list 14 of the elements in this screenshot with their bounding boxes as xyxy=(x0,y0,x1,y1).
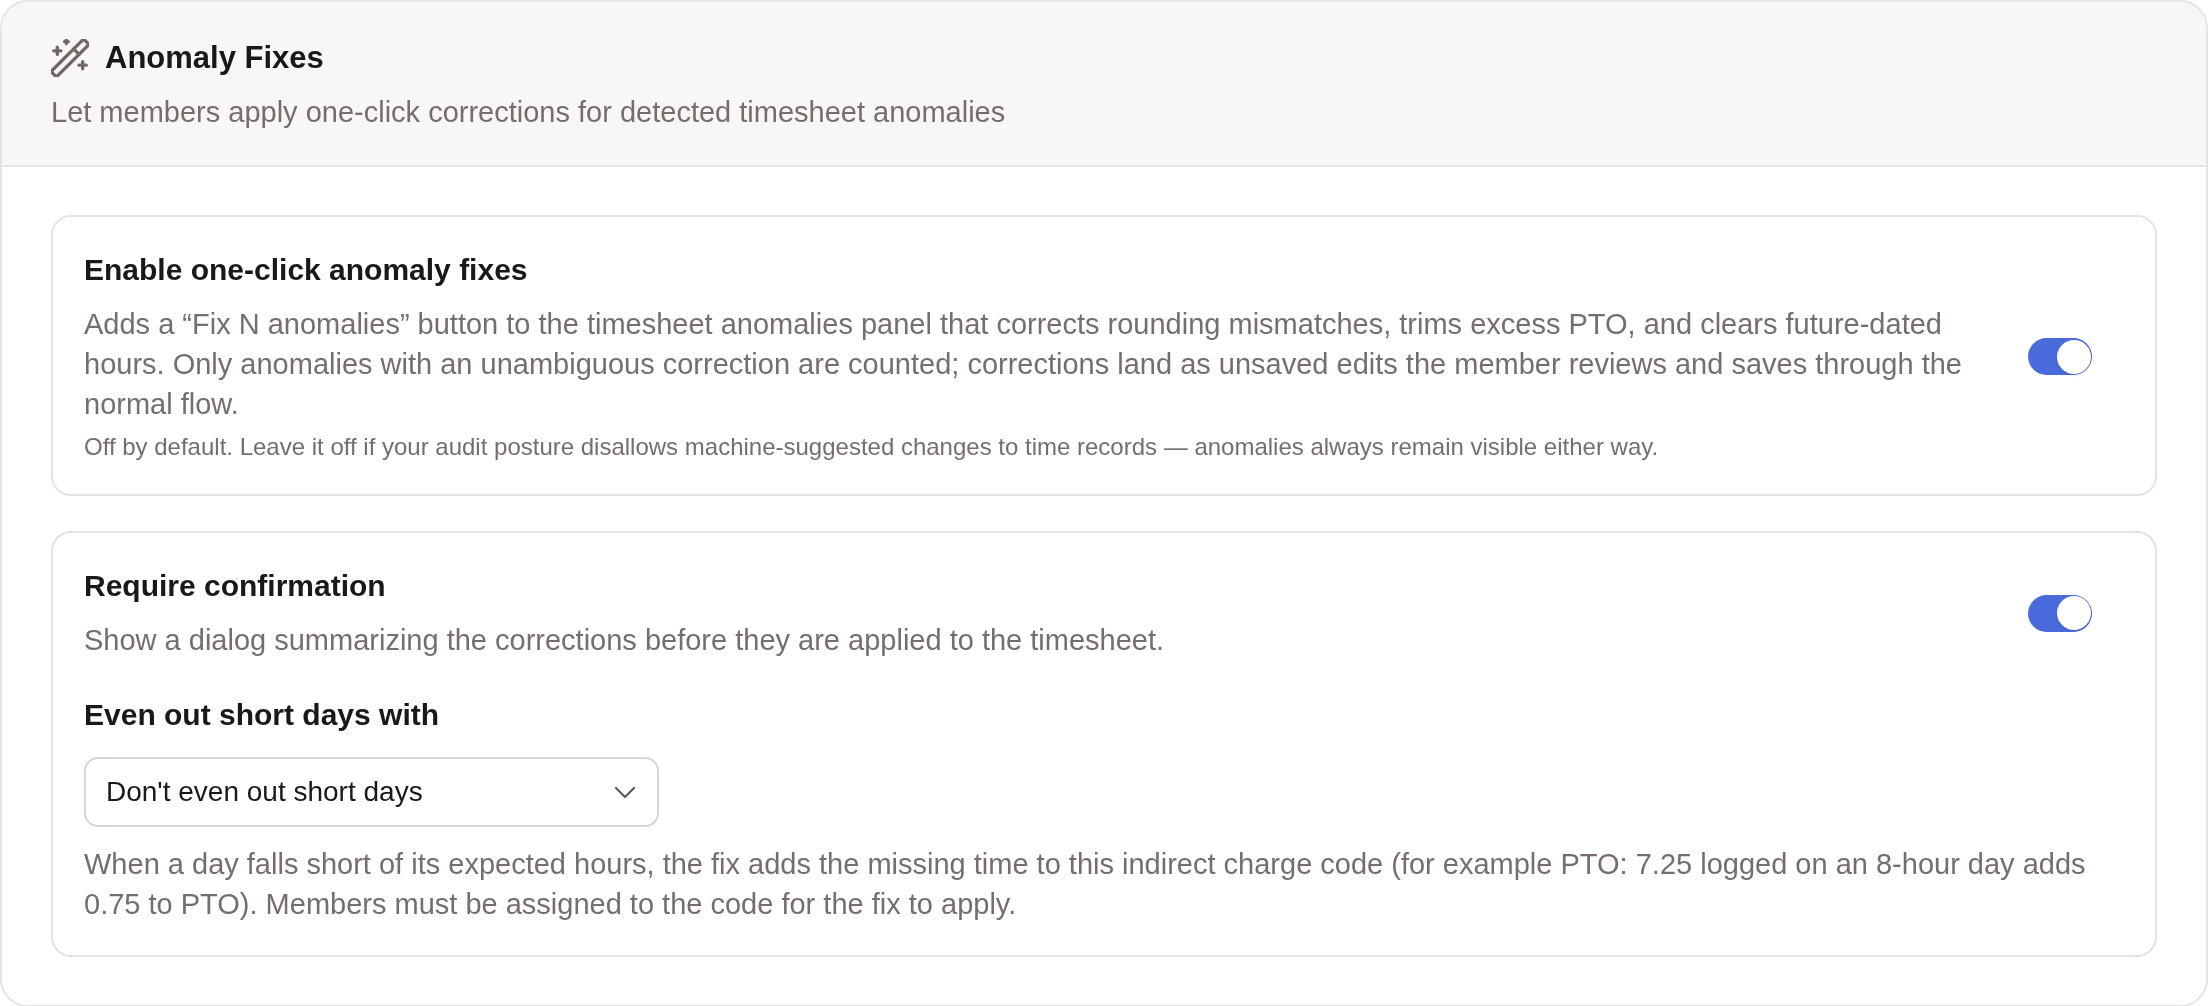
select-dropdown[interactable]: Don't even out short days xyxy=(84,757,659,827)
setting-description: Adds a “Fix N anomalies” button to the timesheet anomalies panel that corrects rounding mismatches, trims excess PTO, and clears future-dated hours. Only anomalies with an unambiguous correction are counted; corrections land as unsaved edits the member reviews and saves through the normal flow. xyxy=(84,307,1963,422)
panel-subtitle: Let members apply one-click corrections for detected timesheet anomalies xyxy=(51,95,1007,130)
setting-description: Show a dialog summarizing the corrections before they are applied to the timesheet. xyxy=(84,623,1166,658)
field-label: Even out short days with xyxy=(84,697,441,733)
setting-title: Require confirmation xyxy=(84,568,387,604)
setting-note: Off by default. Leave it off if your audit posture disallows machine-suggested changes to time records — anomalies always remain visible either way. xyxy=(84,432,1660,462)
field-help-text: When a day falls short of its expected hours, the fix adds the missing time to this indirect charge code (for example PTO: 7.25 logged on an 8-hour day adds 0.75 to PTO). Members must be assigned to the code for the fix to apply. xyxy=(84,847,2087,922)
magic-wand-icon xyxy=(51,39,89,77)
panel-title: Anomaly Fixes xyxy=(105,39,324,77)
toggle-switch[interactable] xyxy=(2028,338,2092,375)
chevron-down-icon xyxy=(614,785,636,799)
setting-title: Enable one-click anomaly fixes xyxy=(84,252,529,288)
toggle-switch[interactable] xyxy=(2028,594,2092,632)
